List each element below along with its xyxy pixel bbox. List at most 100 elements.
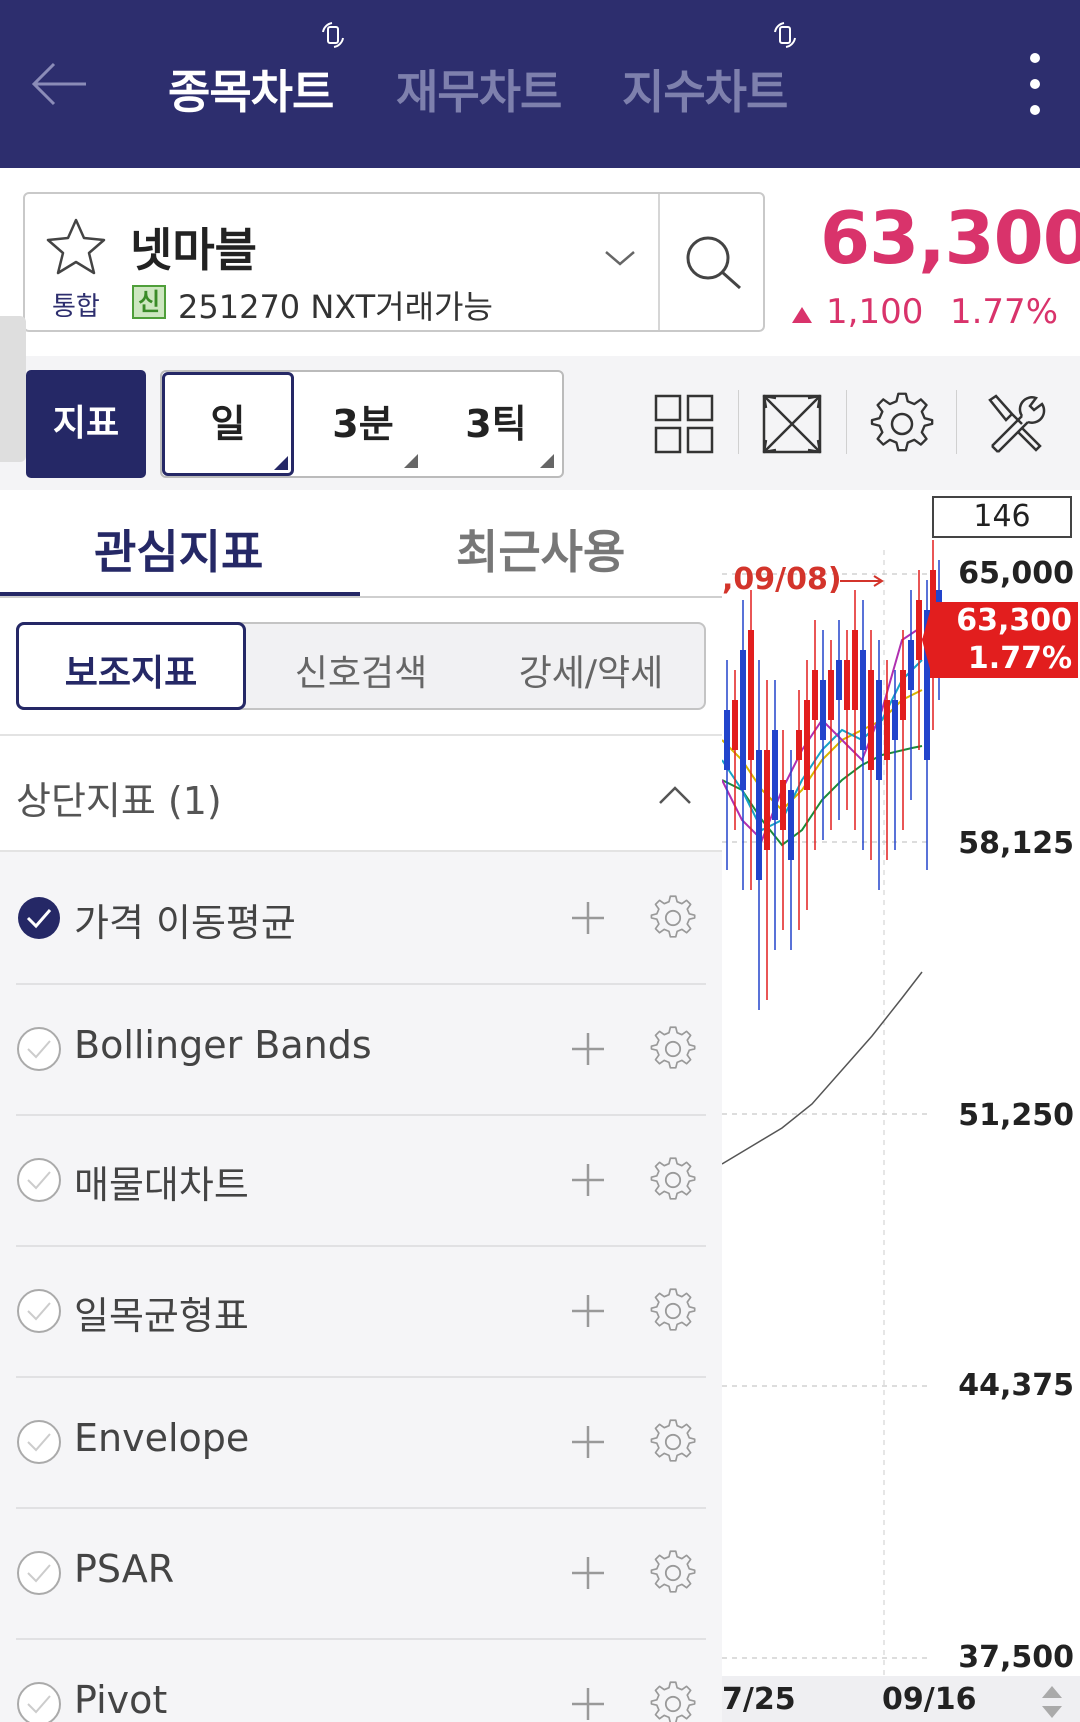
candle-body xyxy=(852,630,858,710)
gear-icon[interactable] xyxy=(650,1287,696,1334)
checkbox-icon[interactable] xyxy=(16,1026,62,1072)
indicator-item-label[interactable]: 매물대차트 xyxy=(74,1154,249,1209)
indicator-item-label[interactable]: Pivot xyxy=(74,1678,167,1722)
tools-icon[interactable] xyxy=(982,392,1046,456)
checkbox-icon[interactable] xyxy=(16,1681,62,1722)
current-price: 63,300 xyxy=(820,196,1080,280)
indicator-item-label[interactable]: 가격 이동평균 xyxy=(74,892,296,947)
candle-body xyxy=(780,780,786,830)
candle-body xyxy=(764,750,770,850)
plus-icon[interactable] xyxy=(570,1686,606,1722)
y-axis-label: 65,000 xyxy=(958,556,1074,591)
checkbox-icon[interactable] xyxy=(16,1157,62,1203)
section-title: 상단지표 (1) xyxy=(16,779,222,823)
checkbox-icon[interactable] xyxy=(16,1288,62,1334)
y-axis-label: 44,375 xyxy=(958,1368,1074,1403)
candle-body xyxy=(884,700,890,760)
plus-icon[interactable] xyxy=(570,1555,606,1591)
search-icon[interactable] xyxy=(680,230,746,296)
candle-body xyxy=(796,730,802,760)
fullscreen-icon[interactable] xyxy=(760,392,824,456)
side-handle[interactable] xyxy=(0,316,26,462)
candle-body xyxy=(892,700,898,740)
indicator-button[interactable]: 지표 xyxy=(26,370,146,478)
x-axis-label: 7/25 xyxy=(722,1682,796,1717)
annotation-arrow xyxy=(840,575,884,587)
active-tab-indicator xyxy=(0,592,360,596)
dropdown-corner-icon xyxy=(274,456,288,470)
divider xyxy=(16,1376,706,1378)
plus-icon[interactable] xyxy=(570,1031,606,1067)
indicator-item-label[interactable]: 일목균형표 xyxy=(74,1285,249,1340)
candle-body xyxy=(740,650,746,790)
back-arrow-icon[interactable] xyxy=(28,52,92,116)
more-menu-icon[interactable] xyxy=(1020,50,1050,120)
candle-body xyxy=(828,670,834,720)
segment-signal-search[interactable]: 신호검색 xyxy=(246,644,476,696)
dropdown-corner-icon xyxy=(404,454,418,468)
chevron-down-icon[interactable] xyxy=(604,246,636,270)
divider xyxy=(16,1114,706,1116)
divider xyxy=(956,390,957,454)
price-tag-percent: 1.77% xyxy=(967,641,1072,676)
gear-icon[interactable] xyxy=(650,1680,696,1722)
divider xyxy=(16,1245,706,1247)
segment-strength-weakness[interactable]: 강세/약세 xyxy=(476,644,706,696)
candle-body xyxy=(876,680,882,780)
grid-layout-icon[interactable] xyxy=(652,392,716,456)
dropdown-corner-icon xyxy=(540,454,554,468)
price-tag-value: 63,300 xyxy=(956,603,1072,638)
gear-icon[interactable] xyxy=(650,1418,696,1465)
tab-favorite-indicators[interactable]: 관심지표 xyxy=(94,516,263,582)
gear-icon[interactable] xyxy=(650,1156,696,1203)
star-icon[interactable] xyxy=(44,216,108,276)
tab-index-chart[interactable]: 지수차트 xyxy=(622,56,788,122)
candle-body xyxy=(732,700,738,750)
candle-body xyxy=(724,710,730,770)
gear-icon[interactable] xyxy=(650,1025,696,1072)
indicator-item-label[interactable]: Envelope xyxy=(74,1416,249,1460)
rotate-icon[interactable] xyxy=(770,20,800,50)
scroll-updown-icon[interactable] xyxy=(1040,1684,1064,1720)
checkbox-icon[interactable] xyxy=(16,895,62,941)
candle-body xyxy=(804,700,810,790)
segment-auxiliary-indicators[interactable]: 보조지표 xyxy=(18,644,244,696)
candle-body xyxy=(812,670,818,720)
plus-icon[interactable] xyxy=(570,1293,606,1329)
up-triangle-icon xyxy=(792,307,812,323)
candle-body xyxy=(900,670,906,720)
indicator-item-label[interactable]: Bollinger Bands xyxy=(74,1023,372,1067)
candle-body xyxy=(908,640,914,690)
candle-count[interactable]: 146 xyxy=(932,496,1072,538)
plus-icon[interactable] xyxy=(570,1162,606,1198)
y-axis-label: 37,500 xyxy=(958,1640,1074,1675)
divider xyxy=(738,390,739,454)
divider xyxy=(658,194,660,330)
checkbox-icon[interactable] xyxy=(16,1419,62,1465)
candle-body xyxy=(860,650,866,750)
tab-recent-used[interactable]: 최근사용 xyxy=(456,516,625,582)
price-change: 1,100 xyxy=(826,292,924,332)
rotate-icon[interactable] xyxy=(318,20,348,50)
gear-icon[interactable] xyxy=(650,1549,696,1596)
divider xyxy=(846,390,847,454)
divider xyxy=(16,1507,706,1509)
checkbox-icon[interactable] xyxy=(16,1550,62,1596)
market-label: 통합 xyxy=(52,292,100,322)
tab-financial-chart[interactable]: 재무차트 xyxy=(396,56,562,122)
candle-body xyxy=(836,660,842,700)
x-axis-label: 09/16 xyxy=(882,1682,977,1717)
gear-icon[interactable] xyxy=(870,392,934,456)
gear-icon[interactable] xyxy=(650,894,696,941)
plus-icon[interactable] xyxy=(570,1424,606,1460)
candle-body xyxy=(788,790,794,860)
price-change-percent: 1.77% xyxy=(949,292,1058,332)
tab-stock-chart[interactable]: 종목차트 xyxy=(168,56,334,122)
plus-icon[interactable] xyxy=(570,900,606,936)
credit-badge: 신 xyxy=(132,285,166,319)
candle-body xyxy=(820,680,826,740)
chevron-up-icon[interactable] xyxy=(658,784,692,806)
y-axis-label: 58,125 xyxy=(958,826,1074,861)
indicator-item-label[interactable]: PSAR xyxy=(74,1547,174,1591)
volume-line xyxy=(722,971,923,1165)
